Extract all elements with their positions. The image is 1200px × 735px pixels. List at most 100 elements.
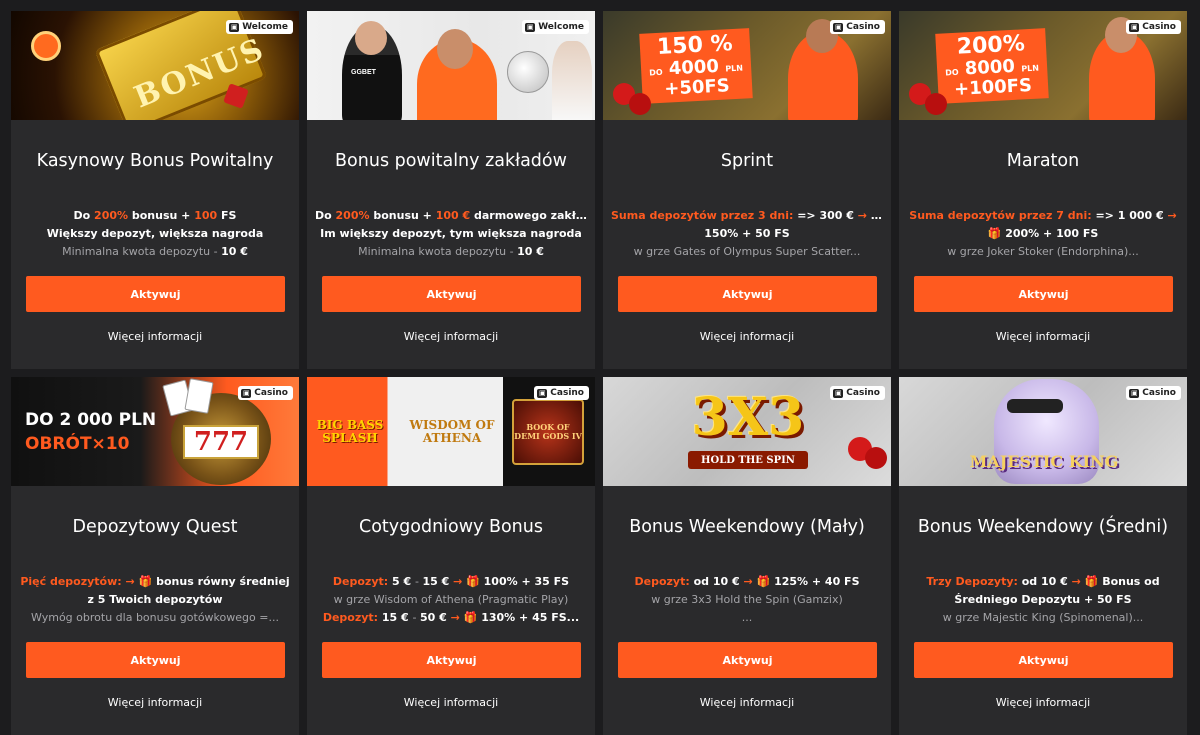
bonus-card: GGBET ▣ Welcome Bonus powitalny zakładów …	[307, 11, 595, 369]
description-line: Większy depozyt, większa nagroda	[19, 225, 291, 243]
activate-button[interactable]: Aktywuj	[618, 642, 877, 678]
banner-headline: DO 2 000 PLN	[25, 410, 157, 430]
more-info-link[interactable]: Więcej informacji	[307, 330, 595, 343]
more-info-link[interactable]: Więcej informacji	[307, 696, 595, 709]
activate-button[interactable]: Aktywuj	[26, 276, 285, 312]
description-line: 150% + 50 FS	[611, 225, 883, 243]
description-segment: 🎁	[138, 575, 153, 588]
description-segment: →	[453, 575, 463, 588]
more-info-link[interactable]: Więcej informacji	[11, 696, 299, 709]
category-badge: ▣ Welcome	[522, 20, 589, 34]
description-segment: →	[1167, 209, 1177, 222]
gift-icon: ▣	[525, 22, 536, 32]
more-info-link[interactable]: Więcej informacji	[11, 330, 299, 343]
description-segment: Im większy depozyt, tym większa nagroda	[320, 227, 582, 240]
more-info-link[interactable]: Więcej informacji	[603, 696, 891, 709]
game-title: 3X3	[691, 386, 805, 448]
description-segment: Suma depozytów przez 3 dni:	[611, 209, 794, 222]
description-line: Pięć depozytów: → 🎁 bonus równy średniej	[19, 573, 291, 591]
more-info-link[interactable]: Więcej informacji	[603, 330, 891, 343]
description-segment: => 300 €	[793, 209, 858, 222]
description-segment: 200% + 100 FS	[1001, 227, 1099, 240]
game-logo: WISDOM OF ATHENA	[409, 417, 495, 445]
description-segment: w grze 3x3 Hold the Spin (Gamzix)	[651, 593, 843, 606]
description-segment: Minimalna kwota depozytu -	[62, 245, 222, 258]
activate-button[interactable]: Aktywuj	[914, 642, 1173, 678]
bonus-title: Cotygodniowy Bonus	[359, 517, 543, 537]
description-line: Trzy Depozyty: od 10 € → 🎁 Bonus od	[907, 573, 1179, 591]
description-segment: 100% + 35 FS	[479, 575, 570, 588]
bonus-description: Trzy Depozyty: od 10 € → 🎁 Bonus od Średn…	[907, 573, 1179, 627]
description-line: Minimalna kwota depozytu - 10 €	[19, 243, 291, 261]
description-line: ...	[611, 609, 883, 627]
bonus-card: 3X3 HOLD THE SPIN ▣ Casino Bonus Weekendo…	[603, 377, 891, 735]
description-line: Do 200% bonusu + 100 FS	[19, 207, 291, 225]
bonus-banner: 150 % DO 4000 PLN +50FS ▣ Casino	[603, 11, 891, 120]
description-line: Do 200% bonusu + 100 € darmowego zakładu	[315, 207, 587, 225]
description-segment: →	[743, 575, 753, 588]
activate-button[interactable]: Aktywuj	[26, 642, 285, 678]
description-segment: →	[450, 611, 460, 624]
description-segment: 15 €	[378, 611, 413, 624]
category-badge: ▣ Casino	[830, 386, 885, 400]
description-segment: 🎁	[462, 575, 480, 588]
bonus-description: Do 200% bonusu + 100 FS Większy depozyt, …	[19, 207, 291, 261]
bonus-description: Depozyt: od 10 € → 🎁 125% + 40 FS w grze …	[611, 573, 883, 627]
description-segment: Depozyt:	[634, 575, 690, 588]
description-line: Minimalna kwota depozytu - 10 €	[315, 243, 587, 261]
description-segment: Pięć depozytów:	[20, 575, 122, 588]
description-line: Suma depozytów przez 7 dni: => 1 000 € →	[907, 207, 1179, 225]
game-logo: BOOK OF DEMI GODS IV	[512, 399, 584, 465]
description-segment: od 10 €	[689, 575, 744, 588]
description-segment: 50 €	[420, 611, 451, 624]
activate-button[interactable]: Aktywuj	[322, 276, 581, 312]
description-line: z 5 Twoich depozytów	[19, 591, 291, 609]
description-segment: -	[412, 611, 420, 624]
promo-box: 150 % DO 4000 PLN +50FS	[639, 28, 753, 104]
casino-icon: ▣	[241, 388, 252, 398]
category-badge: ▣ Casino	[1126, 20, 1181, 34]
description-segment: bonusu +	[369, 209, 436, 222]
bonus-card: 200% DO 8000 PLN +100FS ▣ Casino Maraton …	[899, 11, 1187, 369]
description-segment: Trzy Depozyty:	[926, 575, 1018, 588]
bonus-description: Suma depozytów przez 7 dni: => 1 000 € →…	[907, 207, 1179, 261]
activate-button[interactable]: Aktywuj	[322, 642, 581, 678]
category-badge: ▣ Casino	[830, 20, 885, 34]
banner-text: GGBET	[351, 69, 376, 76]
description-segment: →	[121, 575, 139, 588]
bonus-banner: MAJESTIC KING ▣ Casino	[899, 377, 1187, 486]
description-segment: →	[857, 209, 867, 222]
bonus-card: DO 2 000 PLN OBRÓT×10 777 ▣ Casino Depozy…	[11, 377, 299, 735]
activate-button[interactable]: Aktywuj	[618, 276, 877, 312]
bonus-title: Bonus Weekendowy (Średni)	[917, 517, 1169, 537]
more-info-link[interactable]: Więcej informacji	[899, 696, 1187, 709]
bonus-description: Pięć depozytów: → 🎁 bonus równy średniej…	[19, 573, 291, 627]
bonus-title: Maraton	[1006, 151, 1080, 171]
description-line: Wymóg obrotu dla bonusu gotówkowego =...	[19, 609, 291, 627]
activate-button[interactable]: Aktywuj	[914, 276, 1173, 312]
description-segment: 200%	[94, 209, 129, 222]
promo-box: 200% DO 8000 PLN +100FS	[935, 28, 1049, 104]
bonus-banner: BONUS ▣ Welcome	[11, 11, 299, 120]
description-segment: 🎁	[1080, 575, 1099, 588]
more-info-link[interactable]: Więcej informacji	[899, 330, 1187, 343]
description-segment: w grze Wisdom of Athena (Pragmatic Play)	[333, 593, 569, 606]
game-subtitle: HOLD THE SPIN	[688, 451, 808, 469]
bonus-description: Suma depozytów przez 3 dni: => 300 € → 🎁…	[611, 207, 883, 261]
description-segment: od 10 €	[1017, 575, 1072, 588]
game-title: MAJESTIC KING	[969, 451, 1119, 471]
description-segment: 10 €	[221, 245, 248, 258]
description-segment: 🎁	[459, 611, 478, 624]
description-segment: Do	[315, 209, 336, 222]
description-line: w grze Wisdom of Athena (Pragmatic Play)	[315, 591, 587, 609]
description-segment: 🎁	[987, 227, 1002, 240]
description-line: w grze Majestic King (Spinomenal)...	[907, 609, 1179, 627]
description-segment: 10 €	[517, 245, 544, 258]
description-segment: 150% + 50 FS	[704, 227, 790, 240]
description-line: 🎁 200% + 100 FS	[907, 225, 1179, 243]
bonus-title: Bonus Weekendowy (Mały)	[629, 517, 865, 537]
description-segment: 15 €	[422, 575, 454, 588]
description-line: w grze Gates of Olympus Super Scatter...	[611, 243, 883, 261]
description-segment: Depozyt:	[322, 611, 379, 624]
bonus-card: BIG BASS SPLASH WISDOM OF ATHENA BOOK OF…	[307, 377, 595, 735]
